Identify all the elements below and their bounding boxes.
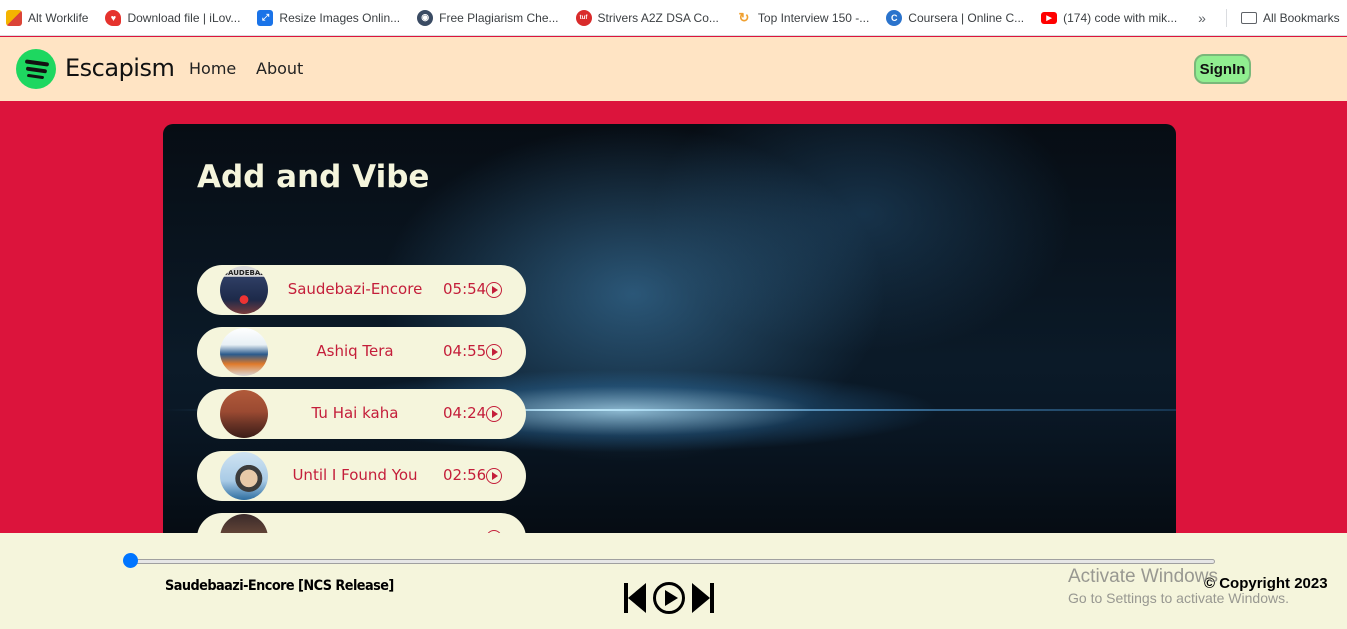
bookmark-alt-worklife[interactable]: Alt Worklife	[6, 9, 89, 26]
folder-icon	[1240, 11, 1257, 24]
hero-title: Add and Vibe	[197, 159, 430, 195]
previous-track-icon[interactable]	[624, 583, 646, 613]
song-title: Ashiq Tera	[316, 342, 394, 360]
bookmarks-divider	[1225, 8, 1227, 27]
album-cover-image	[220, 452, 268, 500]
bookmarks-bar: Alt Worklife ♥ Download file | iLov... ⤢…	[0, 0, 1347, 36]
bookmark-label: Alt Worklife	[28, 10, 89, 25]
tuf-icon: tuf	[575, 9, 592, 26]
ilovepdf-heart-icon: ♥	[105, 9, 122, 26]
album-cover-image	[220, 328, 268, 376]
song-item[interactable]: Tu Hai kaha 04:24	[197, 389, 526, 439]
bookmark-label: Strivers A2Z DSA Co...	[597, 10, 719, 25]
bookmark-label: Coursera | Online C...	[908, 10, 1025, 25]
song-duration: 04:55	[443, 342, 487, 360]
bookmark-label: Download file | iLov...	[127, 10, 241, 25]
song-title: Until I Found You	[292, 466, 418, 484]
seek-bar[interactable]	[130, 559, 1215, 564]
spotify-logo-icon[interactable]	[16, 49, 56, 89]
youtube-icon: ▶	[1041, 11, 1058, 24]
bookmark-leetcode[interactable]: ↻ Top Interview 150 -...	[735, 9, 870, 26]
nav-link-about[interactable]: About	[256, 59, 303, 78]
song-duration: 05:54	[443, 280, 487, 298]
play-circle-icon[interactable]	[486, 406, 502, 422]
all-bookmarks-button[interactable]: All Bookmarks	[1240, 10, 1340, 25]
bookmark-ilovepdf[interactable]: ♥ Download file | iLov...	[105, 9, 241, 26]
song-title: Saudebazi-Encore	[287, 280, 423, 298]
song-item[interactable]: SAUDEBAZI Saudebazi-Encore 05:54	[197, 265, 526, 315]
logo-wave-1	[24, 59, 50, 67]
brand-name[interactable]: Escapism	[65, 54, 175, 82]
song-duration: 02:56	[443, 466, 487, 484]
bookmark-label: (174) code with mik...	[1063, 10, 1178, 25]
play-icon[interactable]	[653, 582, 685, 614]
logo-wave-3	[26, 73, 45, 80]
song-item[interactable]: Until I Found You 02:56	[197, 451, 526, 501]
watermark-line-1: Activate Windows	[1068, 566, 1218, 587]
bookmark-resize-images[interactable]: ⤢ Resize Images Onlin...	[257, 9, 401, 26]
more-bookmarks-chevron-icon[interactable]: »	[1198, 10, 1206, 26]
now-playing-title: Saudebaazi-Encore [NCS Release]	[165, 578, 394, 594]
activate-windows-watermark: Activate Windows Go to Settings to activ…	[1068, 566, 1289, 606]
bookmark-youtube[interactable]: ▶ (174) code with mik...	[1041, 11, 1177, 25]
resize-image-icon: ⤢	[257, 9, 274, 26]
album-cover-image: SAUDEBAZI	[220, 266, 268, 314]
bookmark-label: Top Interview 150 -...	[757, 10, 870, 25]
alt-worklife-icon	[6, 9, 22, 26]
bookmark-label: Resize Images Onlin...	[279, 10, 401, 25]
song-title: Tu Hai kaha	[311, 404, 399, 422]
next-track-icon[interactable]	[692, 583, 714, 613]
album-cover-image	[220, 390, 268, 438]
leetcode-icon: ↻	[735, 9, 752, 26]
plagiarism-checker-icon: ◉	[417, 9, 434, 26]
bookmark-coursera[interactable]: C Coursera | Online C...	[886, 9, 1025, 26]
bookmark-label: Free Plagiarism Che...	[439, 10, 559, 25]
nav-link-home[interactable]: Home	[189, 59, 236, 78]
logo-wave-2	[25, 66, 48, 73]
seek-bar-thumb[interactable]	[123, 553, 138, 568]
all-bookmarks-label: All Bookmarks	[1262, 10, 1340, 25]
play-circle-icon[interactable]	[486, 282, 502, 298]
play-circle-icon[interactable]	[486, 344, 502, 360]
hero-card: Add and Vibe SAUDEBAZI Saudebazi-Encore …	[163, 124, 1176, 554]
signin-button[interactable]: SignIn	[1194, 54, 1251, 84]
play-circle-icon[interactable]	[486, 468, 502, 484]
bookmark-plagiarism[interactable]: ◉ Free Plagiarism Che...	[417, 9, 559, 26]
watermark-line-2: Go to Settings to activate Windows.	[1068, 590, 1289, 606]
song-item[interactable]: Ashiq Tera 04:55	[197, 327, 526, 377]
navbar: Escapism Home About SignIn	[0, 37, 1347, 101]
bookmark-strivers[interactable]: tuf Strivers A2Z DSA Co...	[575, 9, 719, 26]
song-duration: 04:24	[443, 404, 487, 422]
coursera-icon: C	[886, 9, 903, 26]
